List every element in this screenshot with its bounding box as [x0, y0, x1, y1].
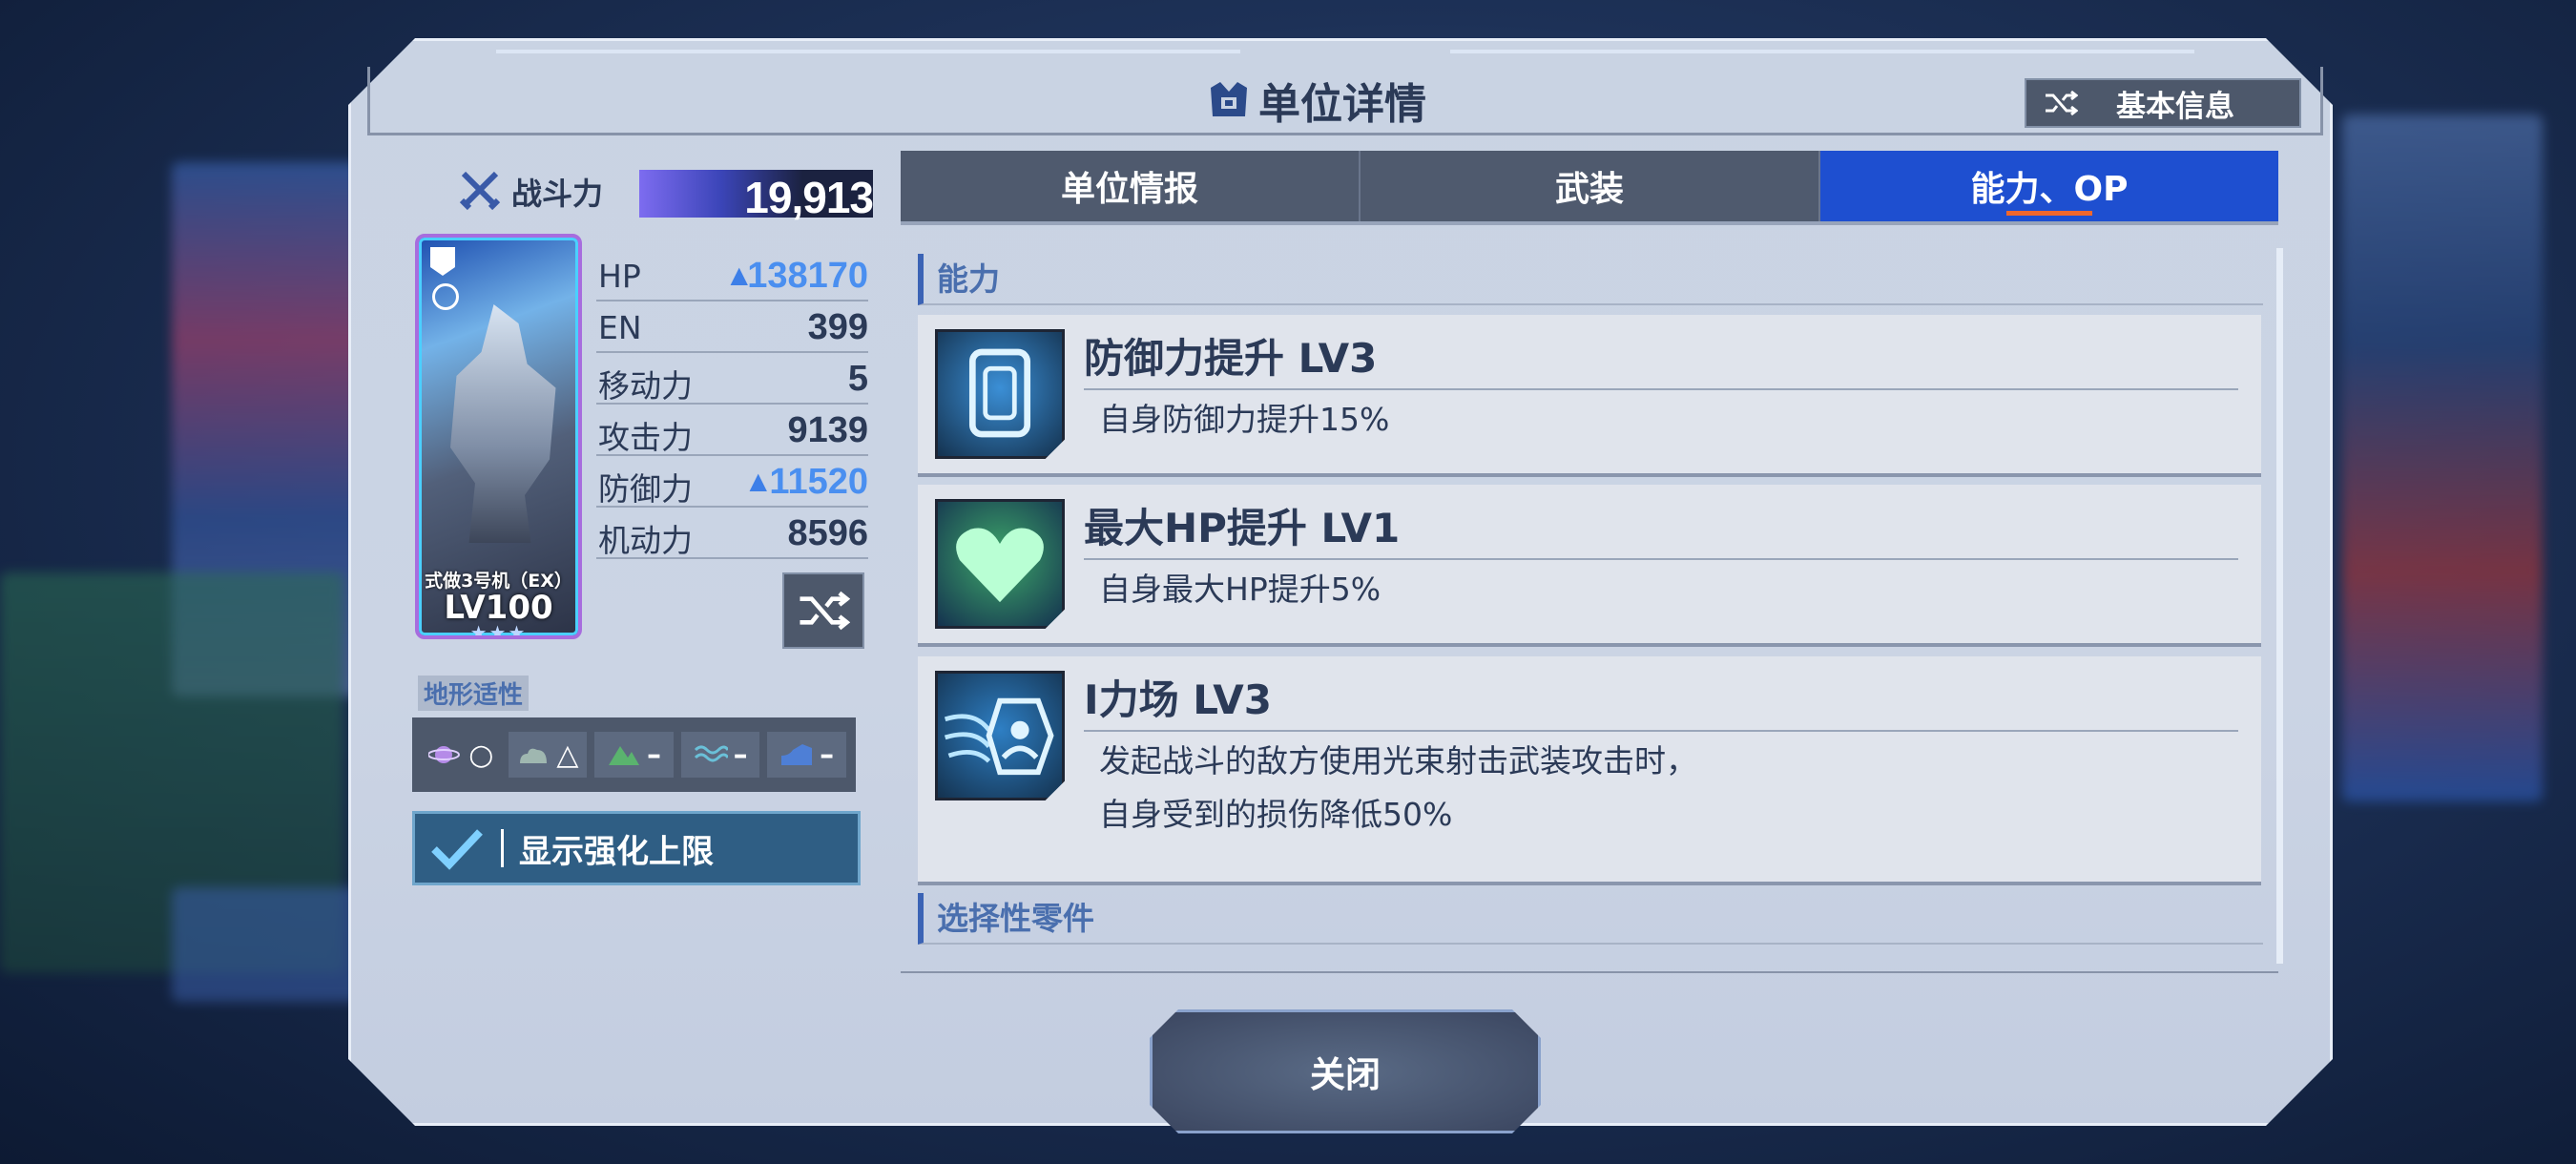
terrain-grade: △: [556, 738, 579, 772]
stat-value: 9139: [787, 410, 868, 450]
stat-row: 攻击力 9139: [596, 405, 868, 456]
unit-stars: ★★★: [469, 621, 528, 639]
ability-name: 最大HP提升 LV1: [1084, 496, 2238, 560]
show-enhance-limit-label: 显示强化上限: [519, 832, 714, 871]
stat-label: 移动力: [598, 367, 693, 405]
land-mountain-icon: [608, 746, 639, 765]
terrain-grade: ○: [468, 738, 494, 772]
space-planet-icon: [428, 746, 461, 763]
terrain-label: 地形适性: [418, 676, 530, 711]
basic-info-button[interactable]: 基本信息: [2025, 78, 2301, 128]
tab-2[interactable]: 武装: [1361, 151, 1820, 221]
terrain-item: △: [508, 732, 588, 778]
stat-label: HP: [598, 258, 641, 295]
close-button[interactable]: 关闭: [1150, 1009, 1541, 1133]
stat-row: 移动力 5: [596, 353, 868, 405]
top-decoration: [1450, 50, 2194, 53]
terrain-grade: –: [733, 738, 748, 772]
stat-label: 机动力: [598, 522, 693, 559]
stat-value: 5: [847, 359, 868, 399]
sea-wave-icon: [694, 745, 728, 762]
attribute-icon: [432, 283, 459, 310]
shuffle-icon: [2046, 90, 2078, 116]
ability-description: 发起战斗的敌方使用光束射击武装攻击时，: [1099, 742, 1697, 779]
stat-label: 防御力: [598, 470, 693, 508]
ability-description: 自身最大HP提升5%: [1099, 571, 1381, 608]
checkmark-icon: [431, 829, 483, 870]
ability-card[interactable]: 最大HP提升 LV1 自身最大HP提升5%: [918, 485, 2261, 647]
background-card: [2342, 114, 2543, 801]
stat-row: HP 138170 ▲: [596, 250, 868, 301]
parts-section-header: 选择性零件: [918, 893, 2263, 945]
stats-table: HP 138170 ▲ EN 399 移动力 5 攻击力 9139 防御力 11520 ▲ 机动力 859…: [596, 250, 868, 559]
stat-row: EN 399: [596, 301, 868, 353]
abilities-section-header: 能力: [918, 254, 2263, 305]
switch-unit-button[interactable]: [782, 572, 864, 649]
tab-1[interactable]: 单位情报: [901, 151, 1361, 221]
combat-power-value: 19,913: [744, 173, 874, 222]
mech-portrait: [450, 304, 556, 543]
ability-description: 自身防御力提升15%: [1099, 401, 1390, 438]
ability-card[interactable]: 防御力提升 LV3 自身防御力提升15%: [918, 315, 2261, 477]
divider: [501, 829, 504, 867]
stat-value: 8596: [787, 513, 868, 553]
scrollbar[interactable]: [2276, 248, 2283, 964]
close-label: 关闭: [1310, 1054, 1381, 1095]
combat-power-bar: 19,913: [639, 170, 874, 222]
combat-power-row: 战斗力 19,913: [458, 162, 874, 222]
basic-info-label: 基本信息: [2116, 89, 2234, 124]
combat-power-label: 战斗力: [511, 176, 604, 212]
shuffle-icon: [800, 591, 850, 631]
underwater-icon: [781, 744, 813, 765]
i-field-icon: [935, 671, 1065, 800]
ability-card[interactable]: I力场 LV3 发起战斗的敌方使用光束射击武装攻击时， 自身受到的损伤降低50%: [918, 656, 2261, 885]
shield-icon: [935, 329, 1065, 459]
heart-icon: [935, 499, 1065, 629]
stat-label: 攻击力: [598, 419, 693, 456]
ability-name: I力场 LV3: [1084, 668, 2238, 732]
tab-3[interactable]: 能力、OP: [1820, 151, 2278, 221]
crossed-swords-icon: [459, 171, 501, 211]
rank-badge-icon: [430, 247, 455, 276]
dialog-title: 单位详情: [1207, 72, 1426, 129]
detail-tabs: 单位情报 武装 能力、OP: [901, 151, 2278, 225]
show-enhance-limit-toggle[interactable]: 显示强化上限: [412, 811, 861, 885]
terrain-item: –: [594, 732, 674, 778]
boost-arrow-icon: ▲: [749, 468, 767, 494]
ability-name: 防御力提升 LV3: [1084, 326, 2238, 390]
stat-label: EN: [598, 309, 642, 346]
terrain-item: –: [680, 732, 760, 778]
boost-arrow-icon: ▲: [730, 261, 748, 288]
terrain-item: ○: [422, 732, 501, 778]
stat-row: 机动力 8596: [596, 508, 868, 559]
dialog-title-text: 单位详情: [1258, 80, 1426, 129]
terrain-grade: –: [646, 738, 661, 772]
terrain-adaptation: ○ △ – – –: [412, 717, 856, 792]
stat-row: 防御力 11520 ▲: [596, 456, 868, 508]
stat-value: 11520: [769, 462, 868, 502]
air-cloud-icon: [520, 748, 548, 763]
ability-description: 自身受到的损伤降低50%: [1099, 796, 1453, 833]
unit-head-icon: [1211, 82, 1247, 116]
stat-value: 399: [807, 307, 868, 347]
top-decoration: [496, 50, 1240, 53]
unit-portrait-card: 式做3号机（EX） LV100 ★★★: [415, 234, 582, 639]
stat-value: 138170: [747, 256, 868, 296]
terrain-grade: –: [820, 738, 835, 772]
terrain-item: –: [767, 732, 846, 778]
